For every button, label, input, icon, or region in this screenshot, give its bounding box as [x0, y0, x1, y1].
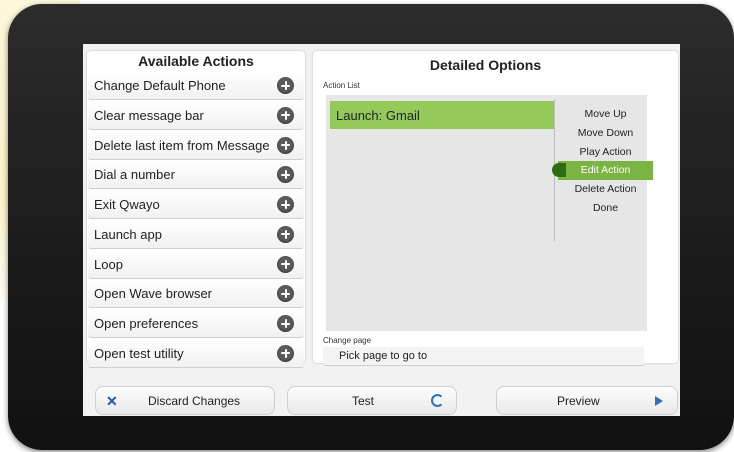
tablet-frame: Available Actions Change Default Phone C… [8, 4, 734, 450]
add-icon[interactable] [277, 285, 294, 303]
action-item-change-default-phone[interactable]: Change Default Phone [88, 72, 304, 100]
discard-changes-label: Discard Changes [148, 394, 241, 408]
action-list-label: Action List [323, 81, 360, 90]
action-list-area: Launch: Gmail Move Up Move Down Play Act… [326, 95, 653, 331]
selected-action-label: Launch: Gmail [336, 108, 420, 123]
menu-item-play-action[interactable]: Play Action [558, 143, 653, 162]
menu-item-done[interactable]: Done [558, 199, 653, 218]
test-label: Test [352, 394, 375, 408]
change-page-field[interactable]: Pick page to go to [323, 347, 644, 366]
action-item-label: Exit Qwayo [94, 197, 160, 212]
add-icon[interactable] [277, 315, 294, 332]
action-item-dial-number[interactable]: Dial a number [88, 161, 304, 190]
add-icon[interactable] [277, 166, 294, 184]
action-item-label: Open test utility [94, 345, 184, 361]
available-actions-list: Change Default Phone Clear message bar D… [88, 72, 304, 370]
action-item-label: Clear message bar [94, 107, 204, 123]
action-item-launch-app[interactable]: Launch app [88, 220, 304, 249]
preview-label: Preview [557, 394, 600, 408]
action-options-menu: Move Up Move Down Play Action Edit Actio… [552, 105, 653, 218]
test-button[interactable]: Test [287, 386, 457, 415]
add-icon[interactable] [277, 225, 294, 243]
action-item-label: Launch app [94, 226, 162, 242]
play-icon [655, 396, 663, 406]
add-icon[interactable] [277, 255, 294, 273]
action-item-label: Change Default Phone [94, 78, 226, 93]
action-item-open-preferences[interactable]: Open preferences [88, 310, 304, 338]
menu-item-move-up[interactable]: Move Up [558, 105, 653, 124]
close-icon: ✕ [106, 393, 118, 409]
add-icon[interactable] [277, 77, 294, 94]
action-item-label: Open Wave browser [94, 286, 213, 302]
menu-item-edit-action[interactable]: Edit Action [552, 161, 653, 181]
detailed-options-title: Detailed Options [429, 57, 542, 73]
preview-button[interactable]: Preview [496, 386, 678, 415]
action-item-label: Dial a number [94, 167, 175, 183]
action-item-exit-qwayo[interactable]: Exit Qwayo [88, 191, 304, 219]
menu-item-move-down[interactable]: Move Down [558, 124, 653, 143]
action-item-open-test-utility[interactable]: Open test utility [88, 339, 304, 368]
action-item-label: Open preferences [94, 316, 199, 331]
change-page-value: Pick page to go to [339, 350, 428, 362]
available-actions-panel: Available Actions Change Default Phone C… [87, 51, 305, 368]
action-item-clear-message-bar[interactable]: Clear message bar [88, 101, 304, 130]
add-icon[interactable] [277, 196, 294, 213]
add-icon[interactable] [277, 136, 294, 154]
add-icon[interactable] [277, 344, 294, 362]
change-page-label: Change page [323, 336, 372, 345]
detailed-options-panel: Detailed Options Action List Launch: Gma… [313, 51, 678, 366]
add-icon[interactable] [277, 106, 294, 124]
menu-item-delete-action[interactable]: Delete Action [558, 180, 653, 199]
action-item-open-wave-browser[interactable]: Open Wave browser [88, 280, 304, 309]
action-item-delete-last-item[interactable]: Delete last item from Message [88, 131, 304, 160]
action-item-label: Loop [94, 256, 123, 272]
action-item-loop[interactable]: Loop [88, 250, 304, 279]
available-actions-title: Available Actions [138, 53, 254, 69]
action-item-label: Delete last item from Message [94, 137, 270, 153]
app-screen: Available Actions Change Default Phone C… [83, 44, 680, 416]
discard-changes-button[interactable]: ✕ Discard Changes [95, 386, 275, 415]
selected-action-row[interactable]: Launch: Gmail [330, 101, 554, 129]
refresh-icon [431, 394, 444, 407]
